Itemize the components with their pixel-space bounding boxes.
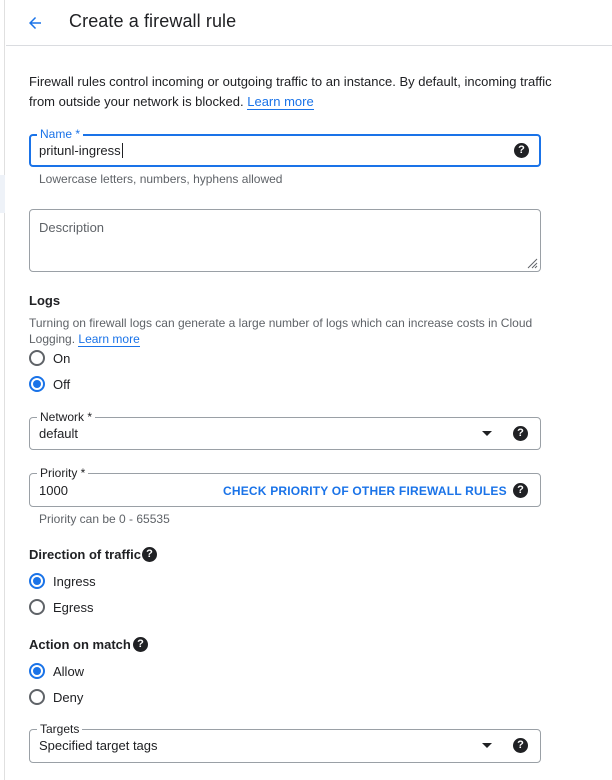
targets-select[interactable]: Targets Specified target tags ? (29, 721, 541, 763)
arrow-back-icon (29, 17, 41, 29)
priority-field[interactable]: Priority * 1000 CHECK PRIORITY OF OTHER … (29, 465, 541, 507)
left-rail-marker (0, 175, 5, 213)
radio-unchecked[interactable] (29, 350, 45, 366)
description-field[interactable]: Description (29, 209, 541, 272)
logs-learn-more-link[interactable]: Learn more (78, 332, 140, 347)
action-deny-option[interactable]: Deny (29, 687, 83, 707)
radio-label: Egress (53, 599, 94, 615)
direction-title-text: Direction of traffic (29, 547, 141, 562)
help-circle-icon[interactable]: ? (513, 483, 528, 498)
action-title: Action on match (29, 637, 131, 652)
logs-text-block: Turning on firewall logs can generate a … (29, 315, 549, 347)
name-field-label: Name * (37, 126, 84, 142)
radio-label: Deny (53, 689, 84, 705)
network-label: Network * (37, 409, 96, 425)
radio-label: On (53, 350, 71, 366)
intro-text-block: Firewall rules control incoming or outgo… (29, 72, 569, 112)
help-circle-icon[interactable]: ? (513, 738, 528, 753)
radio-unchecked[interactable] (29, 599, 45, 615)
name-input[interactable]: pritunl-ingress (39, 143, 123, 158)
action-title-text: Action on match (29, 637, 131, 652)
dropdown-arrow-icon[interactable] (482, 743, 492, 748)
priority-hint: Priority can be 0 - 65535 (39, 512, 170, 526)
help-circle-icon[interactable]: ? (133, 637, 148, 652)
targets-label: Targets (37, 721, 83, 737)
radio-checked[interactable] (29, 663, 45, 679)
targets-value: Specified target tags (39, 738, 158, 753)
radio-label: Off (53, 376, 71, 392)
name-field-hint: Lowercase letters, numbers, hyphens allo… (39, 172, 283, 186)
action-allow-option[interactable]: Allow (29, 661, 84, 681)
check-priority-button[interactable]: CHECK PRIORITY OF OTHER FIREWALL RULES (223, 484, 507, 498)
help-circle-icon[interactable]: ? (142, 547, 157, 562)
page-header: Create a firewall rule (6, 0, 612, 46)
text-caret (121, 143, 123, 158)
logs-on-option[interactable]: On (29, 348, 70, 368)
help-circle-icon[interactable]: ? (513, 426, 528, 441)
resize-handle-icon[interactable] (526, 257, 538, 269)
radio-unchecked[interactable] (29, 689, 45, 705)
direction-egress-option[interactable]: Egress (29, 597, 93, 617)
priority-label: Priority * (37, 465, 89, 481)
network-value: default (39, 426, 79, 441)
radio-checked[interactable] (29, 376, 45, 392)
dropdown-arrow-icon[interactable] (482, 431, 492, 436)
intro-learn-more-link[interactable]: Learn more (247, 94, 314, 110)
description-placeholder: Description (39, 220, 105, 235)
logs-title: Logs (29, 293, 61, 308)
radio-label: Ingress (53, 573, 96, 589)
network-select[interactable]: Network * default ? (29, 409, 541, 450)
left-rail (0, 0, 5, 780)
direction-title: Direction of traffic (29, 547, 141, 562)
name-input-value: pritunl-ingress (39, 143, 121, 158)
back-button[interactable] (20, 8, 50, 38)
priority-input[interactable]: 1000 (39, 483, 68, 498)
page-title: Create a firewall rule (69, 11, 237, 31)
radio-checked[interactable] (29, 573, 45, 589)
help-circle-icon[interactable]: ? (514, 143, 529, 158)
name-field[interactable]: Name * pritunl-ingress ? (29, 126, 541, 167)
direction-ingress-option[interactable]: Ingress (29, 571, 96, 591)
radio-label: Allow (53, 663, 85, 679)
logs-off-option[interactable]: Off (29, 374, 70, 394)
